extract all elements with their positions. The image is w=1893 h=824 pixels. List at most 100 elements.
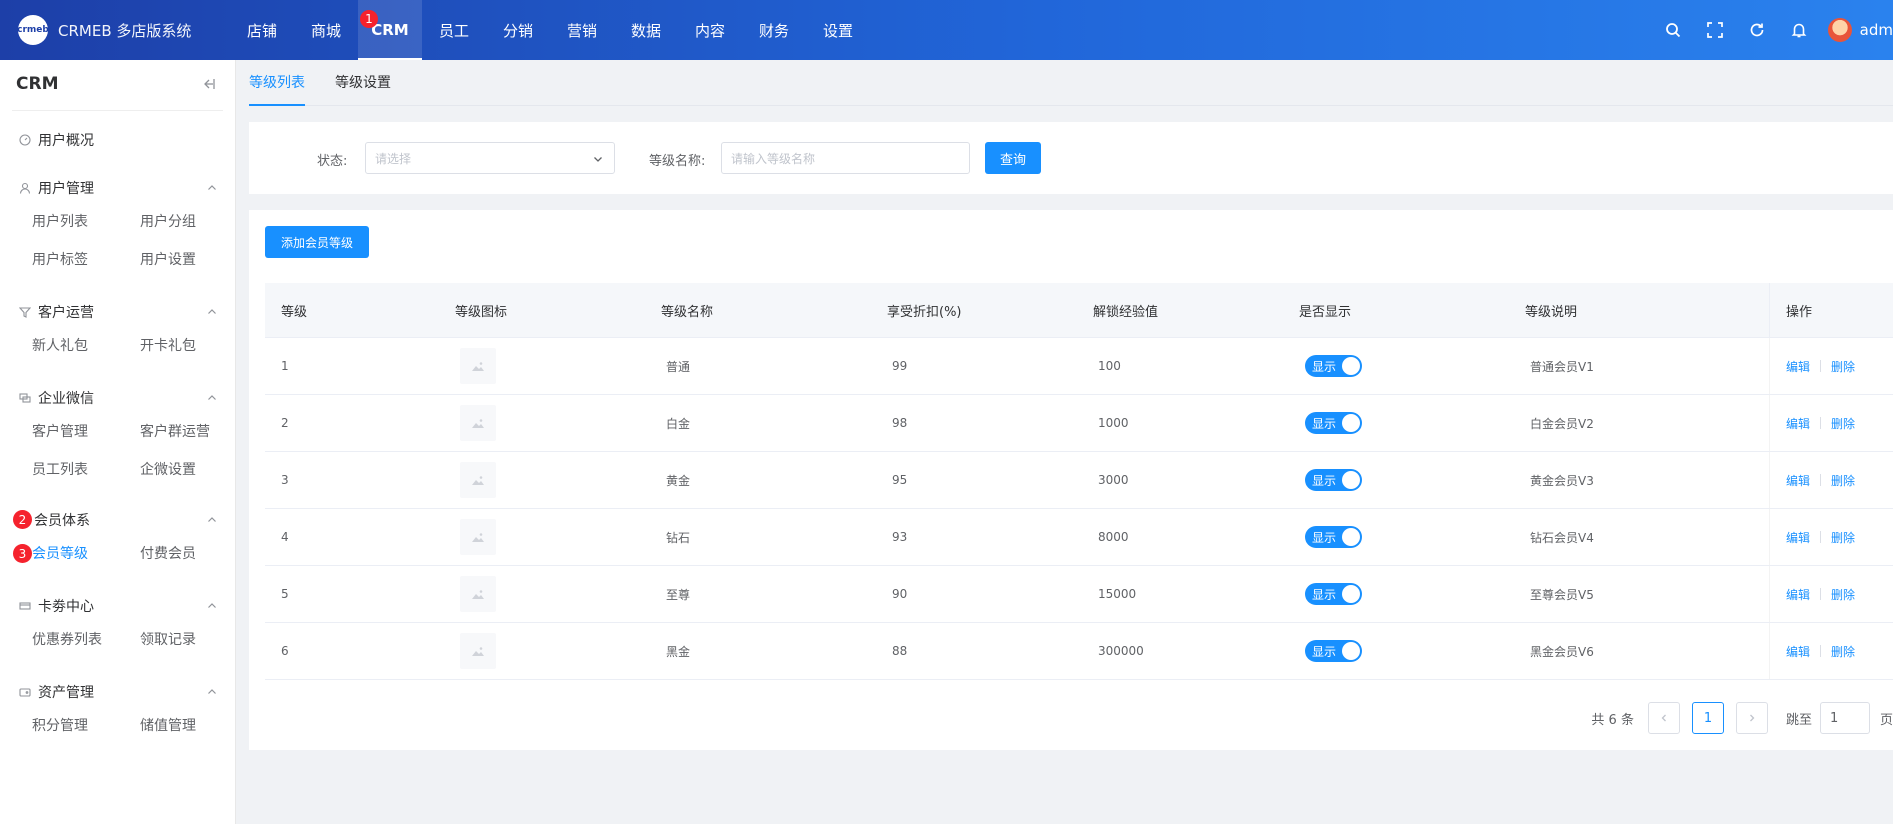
collapse-sidebar-icon[interactable] bbox=[200, 76, 220, 96]
nav-shop[interactable]: 店铺 bbox=[230, 0, 294, 60]
page-tabs: 等级列表 等级设置 bbox=[249, 60, 1893, 106]
edit-link[interactable]: 编辑 bbox=[1786, 643, 1810, 660]
visibility-toggle[interactable]: 显示 bbox=[1305, 640, 1362, 662]
visibility-toggle[interactable]: 显示 bbox=[1305, 583, 1362, 605]
nav-data[interactable]: 数据 bbox=[614, 0, 678, 60]
cell-exp: 3000 bbox=[1098, 473, 1129, 487]
delete-link[interactable]: 删除 bbox=[1831, 643, 1855, 660]
cell-discount: 88 bbox=[892, 644, 908, 658]
sidebar-item-paid-member[interactable]: 付费会员 bbox=[140, 534, 248, 572]
sidebar-item-card-gift[interactable]: 开卡礼包 bbox=[140, 326, 248, 364]
brand-logo[interactable]: crmeb CRMEB 多店版系统 bbox=[17, 14, 191, 46]
column-header-visible: 是否显示 bbox=[1299, 304, 1352, 320]
sidebar-item-member-level[interactable]: 3 会员等级 bbox=[13, 534, 140, 572]
edit-link[interactable]: 编辑 bbox=[1786, 586, 1810, 603]
section-toggle-wecom[interactable]: 企业微信 bbox=[0, 386, 236, 410]
section-label: 卡劵中心 bbox=[38, 599, 94, 615]
table-row: 5 至尊 90 15000 显示 至尊会员V5 编辑 删除 bbox=[265, 566, 1893, 623]
sidebar: CRM 用户概况 用户管理 用户列表 用户分组 用户标签 用户设置 客户运营 新… bbox=[0, 60, 236, 824]
nav-mall[interactable]: 商城 bbox=[294, 0, 358, 60]
section-toggle-user-management[interactable]: 用户管理 bbox=[0, 176, 236, 200]
delete-link[interactable]: 删除 bbox=[1831, 529, 1855, 546]
table-row: 1 普通 99 100 显示 普通会员V1 编辑 删除 bbox=[265, 338, 1893, 395]
user-avatar[interactable] bbox=[1827, 18, 1852, 42]
sidebar-item-newbie-gift[interactable]: 新人礼包 bbox=[32, 326, 140, 364]
sidebar-item-coupon-list[interactable]: 优惠券列表 bbox=[32, 620, 140, 658]
delete-link[interactable]: 删除 bbox=[1831, 415, 1855, 432]
search-icon[interactable] bbox=[1652, 0, 1694, 60]
delete-link[interactable]: 删除 bbox=[1831, 358, 1855, 375]
chevron-up-icon bbox=[208, 689, 216, 694]
wallet-icon bbox=[18, 685, 32, 699]
toggle-knob bbox=[1342, 414, 1360, 432]
sidebar-item-staff-list[interactable]: 员工列表 bbox=[32, 450, 140, 488]
status-select[interactable]: 请选择 bbox=[365, 142, 615, 174]
jump-label: 跳至 bbox=[1785, 712, 1812, 728]
chevron-up-icon bbox=[208, 395, 216, 400]
delete-link[interactable]: 删除 bbox=[1831, 586, 1855, 603]
sidebar-item-user-settings[interactable]: 用户设置 bbox=[140, 240, 248, 278]
tab-level-settings[interactable]: 等级设置 bbox=[335, 59, 391, 105]
nav-marketing[interactable]: 营销 bbox=[550, 0, 614, 60]
jump-page-input[interactable]: 1 bbox=[1819, 702, 1870, 734]
cell-level: 6 bbox=[281, 644, 289, 658]
visibility-toggle[interactable]: 显示 bbox=[1305, 526, 1362, 548]
next-page-button[interactable] bbox=[1735, 702, 1768, 734]
section-toggle-asset-management[interactable]: 资产管理 bbox=[0, 680, 236, 704]
nav-distribution[interactable]: 分销 bbox=[486, 0, 550, 60]
logo-mark: crmeb bbox=[17, 15, 49, 45]
tab-level-list[interactable]: 等级列表 bbox=[249, 59, 305, 106]
query-button[interactable]: 查询 bbox=[985, 142, 1041, 174]
visibility-toggle[interactable]: 显示 bbox=[1305, 469, 1362, 491]
sidebar-item-user-tag[interactable]: 用户标签 bbox=[32, 240, 140, 278]
section-toggle-customer-ops[interactable]: 客户运营 bbox=[0, 300, 236, 324]
image-placeholder-icon bbox=[460, 348, 496, 384]
prev-page-button[interactable] bbox=[1647, 702, 1680, 734]
bell-icon[interactable] bbox=[1778, 0, 1820, 60]
edit-link[interactable]: 编辑 bbox=[1786, 472, 1810, 489]
cell-icon bbox=[455, 338, 661, 394]
sidebar-item-claim-records[interactable]: 领取记录 bbox=[140, 620, 248, 658]
sidebar-section-coupon-center: 卡劵中心 优惠券列表 领取记录 bbox=[0, 594, 236, 658]
sidebar-item-customer-management[interactable]: 客户管理 bbox=[32, 412, 140, 450]
refresh-icon[interactable] bbox=[1736, 0, 1778, 60]
visibility-toggle[interactable]: 显示 bbox=[1305, 412, 1362, 434]
nav-crm[interactable]: CRM 1 bbox=[358, 0, 422, 60]
sidebar-item-customer-group-ops[interactable]: 客户群运营 bbox=[140, 412, 248, 450]
cell-description: 黑金会员V6 bbox=[1530, 644, 1594, 659]
sidebar-item-points-management[interactable]: 积分管理 bbox=[32, 706, 140, 744]
sidebar-title: CRM bbox=[16, 74, 59, 94]
nav-content[interactable]: 内容 bbox=[678, 0, 742, 60]
section-toggle-coupon-center[interactable]: 卡劵中心 bbox=[0, 594, 236, 618]
cell-description: 黄金会员V3 bbox=[1530, 473, 1594, 488]
edit-link[interactable]: 编辑 bbox=[1786, 529, 1810, 546]
step-badge-2: 2 bbox=[13, 510, 32, 529]
sidebar-item-user-overview[interactable]: 用户概况 bbox=[0, 128, 236, 152]
level-name-placeholder: 请输入等级名称 bbox=[731, 151, 816, 166]
sidebar-item-wecom-settings[interactable]: 企微设置 bbox=[140, 450, 248, 488]
sidebar-item-user-list[interactable]: 用户列表 bbox=[32, 202, 140, 240]
step-badge-3: 3 bbox=[13, 544, 32, 563]
nav-staff[interactable]: 员工 bbox=[422, 0, 486, 60]
edit-link[interactable]: 编辑 bbox=[1786, 358, 1810, 375]
sidebar-item-user-group[interactable]: 用户分组 bbox=[140, 202, 248, 240]
nav-finance[interactable]: 财务 bbox=[742, 0, 806, 60]
total-count: 共 6 条 bbox=[1591, 712, 1634, 728]
user-icon bbox=[18, 181, 32, 195]
column-header-icon: 等级图标 bbox=[455, 304, 508, 320]
delete-link[interactable]: 删除 bbox=[1831, 472, 1855, 489]
action-divider bbox=[1820, 645, 1822, 657]
level-name-input[interactable]: 请输入等级名称 bbox=[721, 142, 970, 174]
fullscreen-icon[interactable] bbox=[1694, 0, 1736, 60]
step-badge-1: 1 bbox=[360, 10, 378, 28]
visibility-toggle[interactable]: 显示 bbox=[1305, 355, 1362, 377]
edit-link[interactable]: 编辑 bbox=[1786, 415, 1810, 432]
sidebar-item-balance-management[interactable]: 储值管理 bbox=[140, 706, 248, 744]
add-member-level-button[interactable]: 添加会员等级 bbox=[265, 226, 369, 258]
nav-settings[interactable]: 设置 bbox=[806, 0, 870, 60]
username[interactable]: adm bbox=[1860, 21, 1893, 39]
nav-label: 分销 bbox=[502, 21, 533, 40]
section-toggle-membership[interactable]: 2 会员体系 bbox=[0, 508, 236, 532]
page-button-current[interactable]: 1 bbox=[1691, 702, 1724, 734]
toggle-label: 显示 bbox=[1312, 416, 1337, 431]
